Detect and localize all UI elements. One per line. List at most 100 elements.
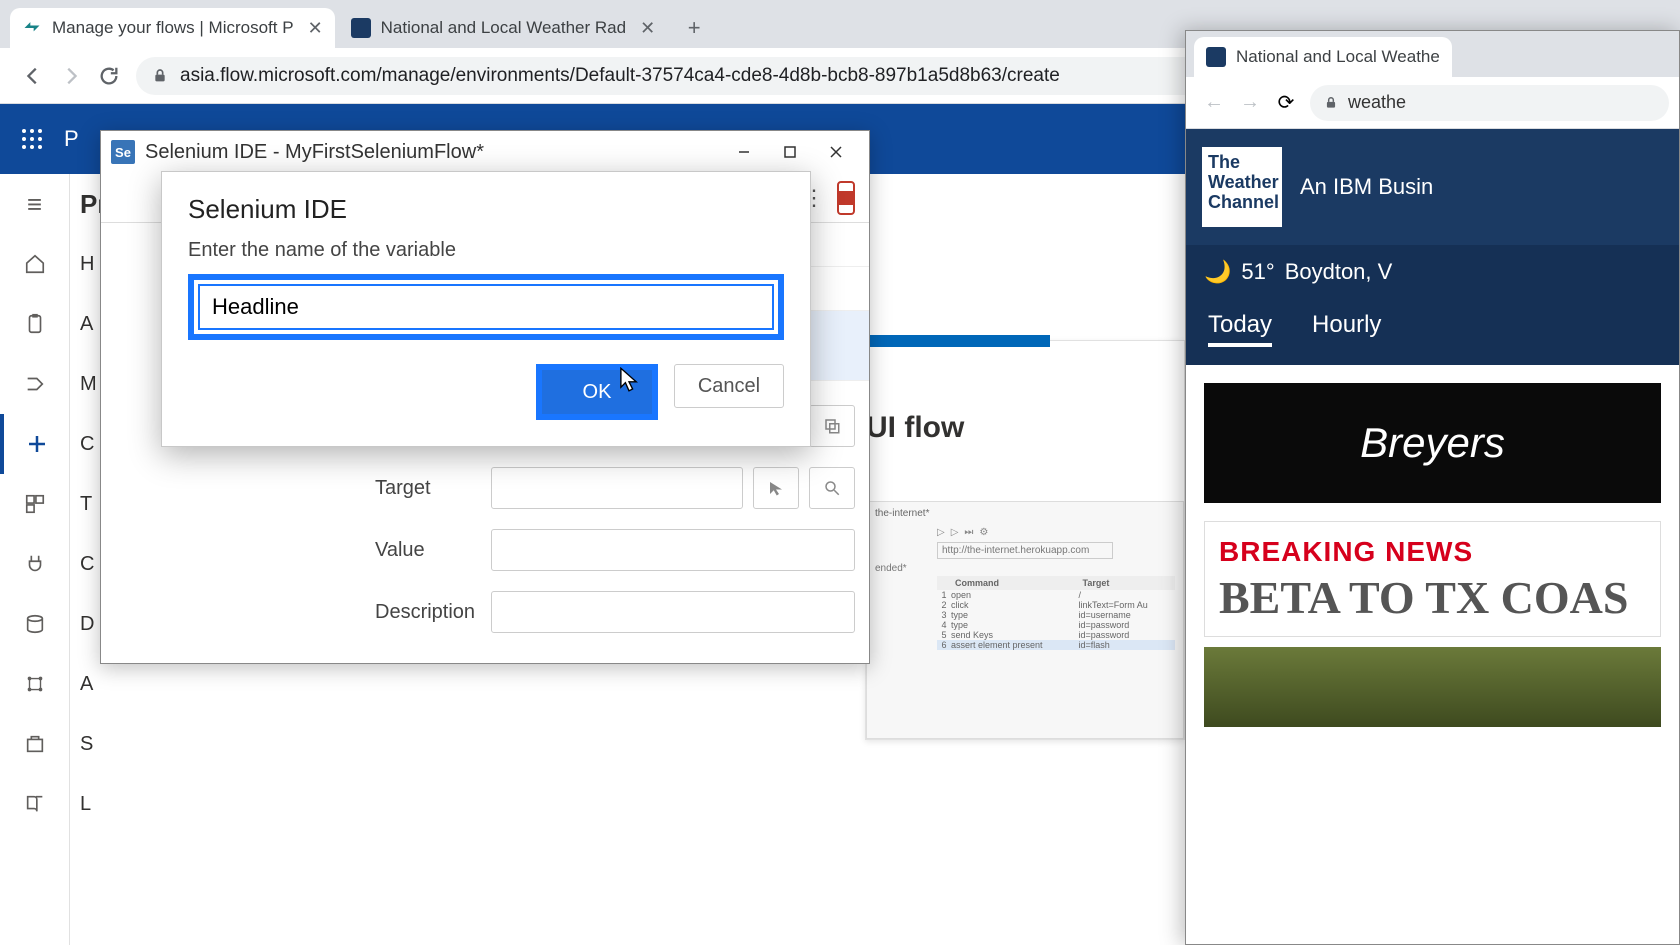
nav-create-icon[interactable] <box>0 414 69 474</box>
close-icon[interactable]: ✕ <box>640 18 655 39</box>
w-site-header: The Weather Channel An IBM Busin <box>1186 129 1679 245</box>
ss-gear-icon: ⚙ <box>979 527 988 538</box>
value-input[interactable] <box>491 529 855 571</box>
nav-data-icon[interactable] <box>0 594 69 654</box>
tab-today[interactable]: Today <box>1208 311 1272 347</box>
ok-button[interactable]: OK <box>542 370 652 414</box>
selenium-ide-window: Se Selenium IDE - MyFirstSeleniumFlow* ▾… <box>100 130 870 664</box>
lock-icon <box>152 68 168 84</box>
ok-highlight: OK <box>536 364 658 420</box>
nav-item-s[interactable]: S <box>70 714 110 774</box>
browser-tab-2[interactable]: National and Local Weather Rad ✕ <box>339 8 668 48</box>
dialog-title: Selenium IDE <box>188 194 784 225</box>
back-button[interactable] <box>14 57 52 95</box>
nav-solutions-icon[interactable] <box>0 714 69 774</box>
nav-connectors-icon[interactable] <box>0 534 69 594</box>
waffle-icon[interactable] <box>20 127 44 151</box>
weather-favicon <box>351 18 371 38</box>
w-tab-title: National and Local Weathe <box>1236 47 1440 67</box>
close-button[interactable] <box>813 134 859 170</box>
nav-myflows-icon[interactable] <box>0 354 69 414</box>
nav-item-l[interactable]: L <box>70 774 110 834</box>
record-button[interactable] <box>837 181 855 215</box>
ss-row-num: 1 <box>937 590 951 600</box>
record-icon <box>839 191 853 205</box>
tab-title: National and Local Weather Rad <box>381 18 626 38</box>
nav-learn-icon[interactable] <box>0 774 69 834</box>
reload-button[interactable] <box>90 57 128 95</box>
ss-play-icon: ▷ <box>937 527 945 538</box>
w-browser-tab[interactable]: National and Local Weathe <box>1194 37 1452 77</box>
news-headline: BETA TO TX COAS <box>1219 574 1646 622</box>
uiflow-title: UI flow <box>866 341 1184 445</box>
new-window-button[interactable] <box>809 405 855 447</box>
new-tab-button[interactable]: + <box>677 11 711 45</box>
nav-home-icon[interactable] <box>0 234 69 294</box>
url-text: asia.flow.microsoft.com/manage/environme… <box>180 65 1060 87</box>
forward-button[interactable] <box>52 57 90 95</box>
ss-row-cmd: type <box>951 620 1079 630</box>
ss-col-command: Command <box>951 576 1079 590</box>
description-input[interactable] <box>491 591 855 633</box>
variable-name-input[interactable] <box>198 284 774 330</box>
browser-tab-1[interactable]: Manage your flows | Microsoft P ✕ <box>10 8 335 48</box>
weather-channel-logo[interactable]: The Weather Channel <box>1202 147 1282 227</box>
selenium-titlebar[interactable]: Se Selenium IDE - MyFirstSeleniumFlow* <box>101 131 869 173</box>
moon-icon: 🌙 <box>1204 259 1231 285</box>
ss-row-tgt: id=password <box>1079 620 1176 630</box>
ss-row-tgt: id=flash <box>1079 640 1176 650</box>
ad-text: Breyers <box>1360 419 1505 467</box>
dialog-prompt: Enter the name of the variable <box>188 239 784 262</box>
w-location-bar[interactable]: 🌙 51° Boydton, V <box>1186 245 1679 299</box>
w-address-bar[interactable]: weathe <box>1310 85 1669 121</box>
ss-row-cmd: click <box>951 600 1079 610</box>
progress-bar <box>860 335 1050 347</box>
ss-row-cmd: send Keys <box>951 630 1079 640</box>
ss-row-tgt: id=username <box>1079 610 1176 620</box>
ss-row-num: 4 <box>937 620 951 630</box>
variable-name-dialog: Selenium IDE Enter the name of the varia… <box>161 171 811 447</box>
nav-ai-icon[interactable] <box>0 654 69 714</box>
ss-step-icon: ⏭ <box>964 527 973 538</box>
w-forward-button[interactable]: → <box>1232 85 1268 121</box>
cancel-button[interactable]: Cancel <box>674 364 784 408</box>
ss-url: http://the-internet.herokuapp.com <box>937 542 1113 559</box>
w-toolbar: ← → ⟳ weathe <box>1186 77 1679 129</box>
target-input[interactable] <box>491 467 743 509</box>
breaking-news-card[interactable]: BREAKING NEWS BETA TO TX COAS <box>1204 521 1661 637</box>
find-target-button[interactable] <box>809 467 855 509</box>
w-reload-button[interactable]: ⟳ <box>1268 85 1304 121</box>
weather-favicon <box>1206 47 1226 67</box>
uiflow-card[interactable]: UI flow the-internet* ▷ ▷ ⏭ ⚙ http://the… <box>865 340 1185 740</box>
select-target-button[interactable] <box>753 467 799 509</box>
lock-icon <box>1324 96 1338 110</box>
ss-play-icon: ▷ <box>951 527 959 538</box>
w-subtitle: An IBM Busin <box>1300 174 1433 200</box>
hamburger-icon[interactable]: ≡ <box>0 174 69 234</box>
news-image <box>1204 647 1661 727</box>
ss-row-cmd: type <box>951 610 1079 620</box>
uiflow-screenshot: the-internet* ▷ ▷ ⏭ ⚙ http://the-interne… <box>866 501 1184 739</box>
nav-action-items-icon[interactable] <box>0 294 69 354</box>
value-label: Value <box>361 539 491 562</box>
ss-row-num: 3 <box>937 610 951 620</box>
ss-row-num: 5 <box>937 630 951 640</box>
w-back-button[interactable]: ← <box>1196 85 1232 121</box>
breaking-label: BREAKING NEWS <box>1219 536 1646 568</box>
ss-row-num: 2 <box>937 600 951 610</box>
close-icon[interactable]: ✕ <box>308 18 323 39</box>
maximize-button[interactable] <box>767 134 813 170</box>
w-nav-tabs: Today Hourly <box>1186 299 1679 365</box>
w-tab-strip: National and Local Weathe <box>1186 31 1679 77</box>
w-location: Boydton, V <box>1285 259 1393 285</box>
ss-row-num: 6 <box>937 640 951 650</box>
ss-row-cmd: open <box>951 590 1079 600</box>
ss-left-label: ended* <box>867 561 1183 576</box>
minimize-button[interactable] <box>721 134 767 170</box>
ad-banner[interactable]: Breyers <box>1204 383 1661 503</box>
tab-title: Manage your flows | Microsoft P <box>52 18 294 38</box>
ss-title: the-internet* <box>867 502 1183 525</box>
nav-templates-icon[interactable] <box>0 474 69 534</box>
selenium-window-title: Selenium IDE - MyFirstSeleniumFlow* <box>145 141 721 164</box>
tab-hourly[interactable]: Hourly <box>1312 311 1381 347</box>
